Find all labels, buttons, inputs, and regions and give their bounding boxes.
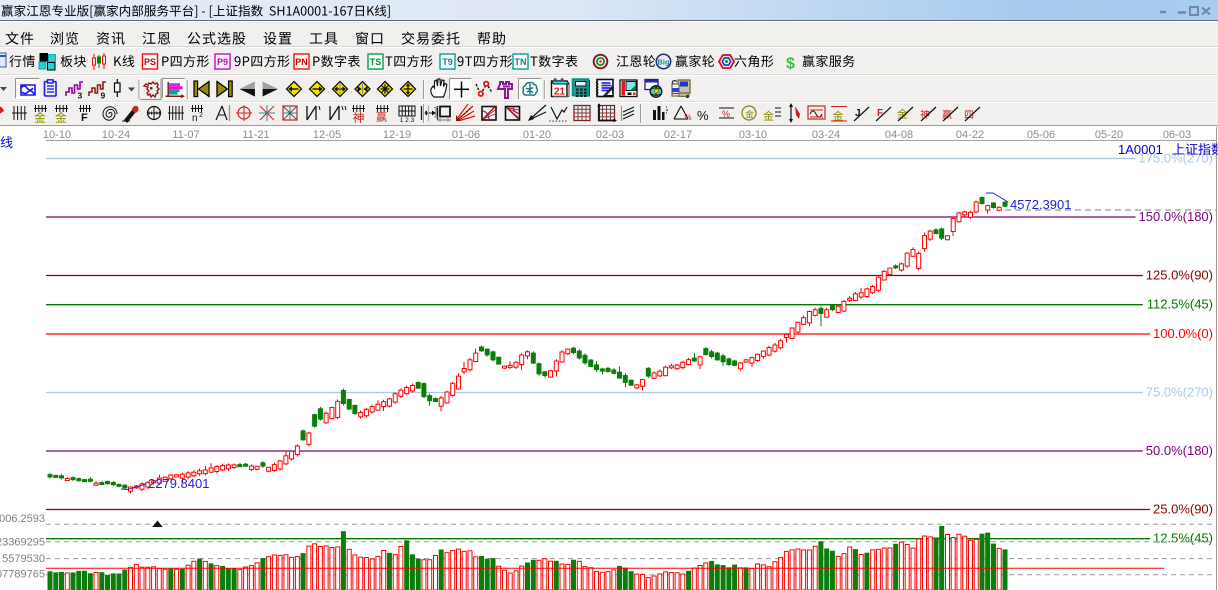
svg-text:PS: PS [144,57,156,67]
svg-text:25.0%(90): 25.0%(90) [1153,502,1213,517]
svg-text:21: 21 [554,87,566,98]
svg-text:TS: TS [370,57,382,67]
svg-text:Big: Big [657,58,670,67]
svg-text:05-20: 05-20 [1095,129,1123,141]
svg-text:P9: P9 [217,57,228,67]
svg-text:2: 2 [199,112,203,119]
svg-text:03-10: 03-10 [739,129,767,141]
svg-text:2279.8401: 2279.8401 [148,476,209,491]
svg-text:10-10: 10-10 [43,129,71,141]
svg-text:125.0%(90): 125.0%(90) [1146,268,1213,283]
svg-text:%: % [684,113,691,122]
svg-text:07789765: 07789765 [0,569,45,581]
svg-text:3: 3 [78,91,83,101]
svg-text:150.0%(180): 150.0%(180) [1139,209,1213,224]
svg-text:05-06: 05-06 [1027,129,1055,141]
svg-text:112.5%(45): 112.5%(45) [1147,297,1213,312]
svg-text:50.0%(180): 50.0%(180) [1146,443,1213,458]
svg-text:T9: T9 [442,57,453,67]
svg-text:02-03: 02-03 [596,129,624,141]
svg-text:04-08: 04-08 [885,129,913,141]
svg-text:F: F [81,112,88,124]
svg-text:06-03: 06-03 [1163,129,1191,141]
svg-text:01-06: 01-06 [452,129,480,141]
svg-text:5579530: 5579530 [2,553,45,565]
svg-text:TN: TN [515,57,527,67]
svg-text:100.0%(0): 100.0%(0) [1153,326,1213,341]
svg-text:%: % [722,109,730,119]
svg-text:$: $ [786,56,795,73]
svg-text:02-17: 02-17 [664,129,692,141]
svg-text:12-05: 12-05 [313,129,341,141]
svg-text:01-20: 01-20 [523,129,551,141]
svg-text:1 2 3: 1 2 3 [400,117,415,124]
svg-text:4572.3901: 4572.3901 [1010,197,1071,212]
svg-text:11-21: 11-21 [242,129,269,141]
svg-text:10-24: 10-24 [102,129,130,141]
svg-text:11-07: 11-07 [172,129,199,141]
svg-text:75.0%(270): 75.0%(270) [1146,385,1213,400]
svg-text:PN: PN [295,57,308,67]
svg-text:1A0001: 1A0001 [1118,142,1163,157]
svg-text:04-22: 04-22 [956,129,984,141]
svg-text:006.2593: 006.2593 [0,513,45,525]
svg-text:23369295: 23369295 [0,537,45,549]
svg-text:9: 9 [101,91,106,101]
svg-text:03-24: 03-24 [812,129,840,141]
svg-text:12-19: 12-19 [383,129,411,141]
svg-text:%: % [697,108,709,123]
svg-text:n: n [192,113,198,124]
svg-text:12.5%(45): 12.5%(45) [1153,531,1213,546]
